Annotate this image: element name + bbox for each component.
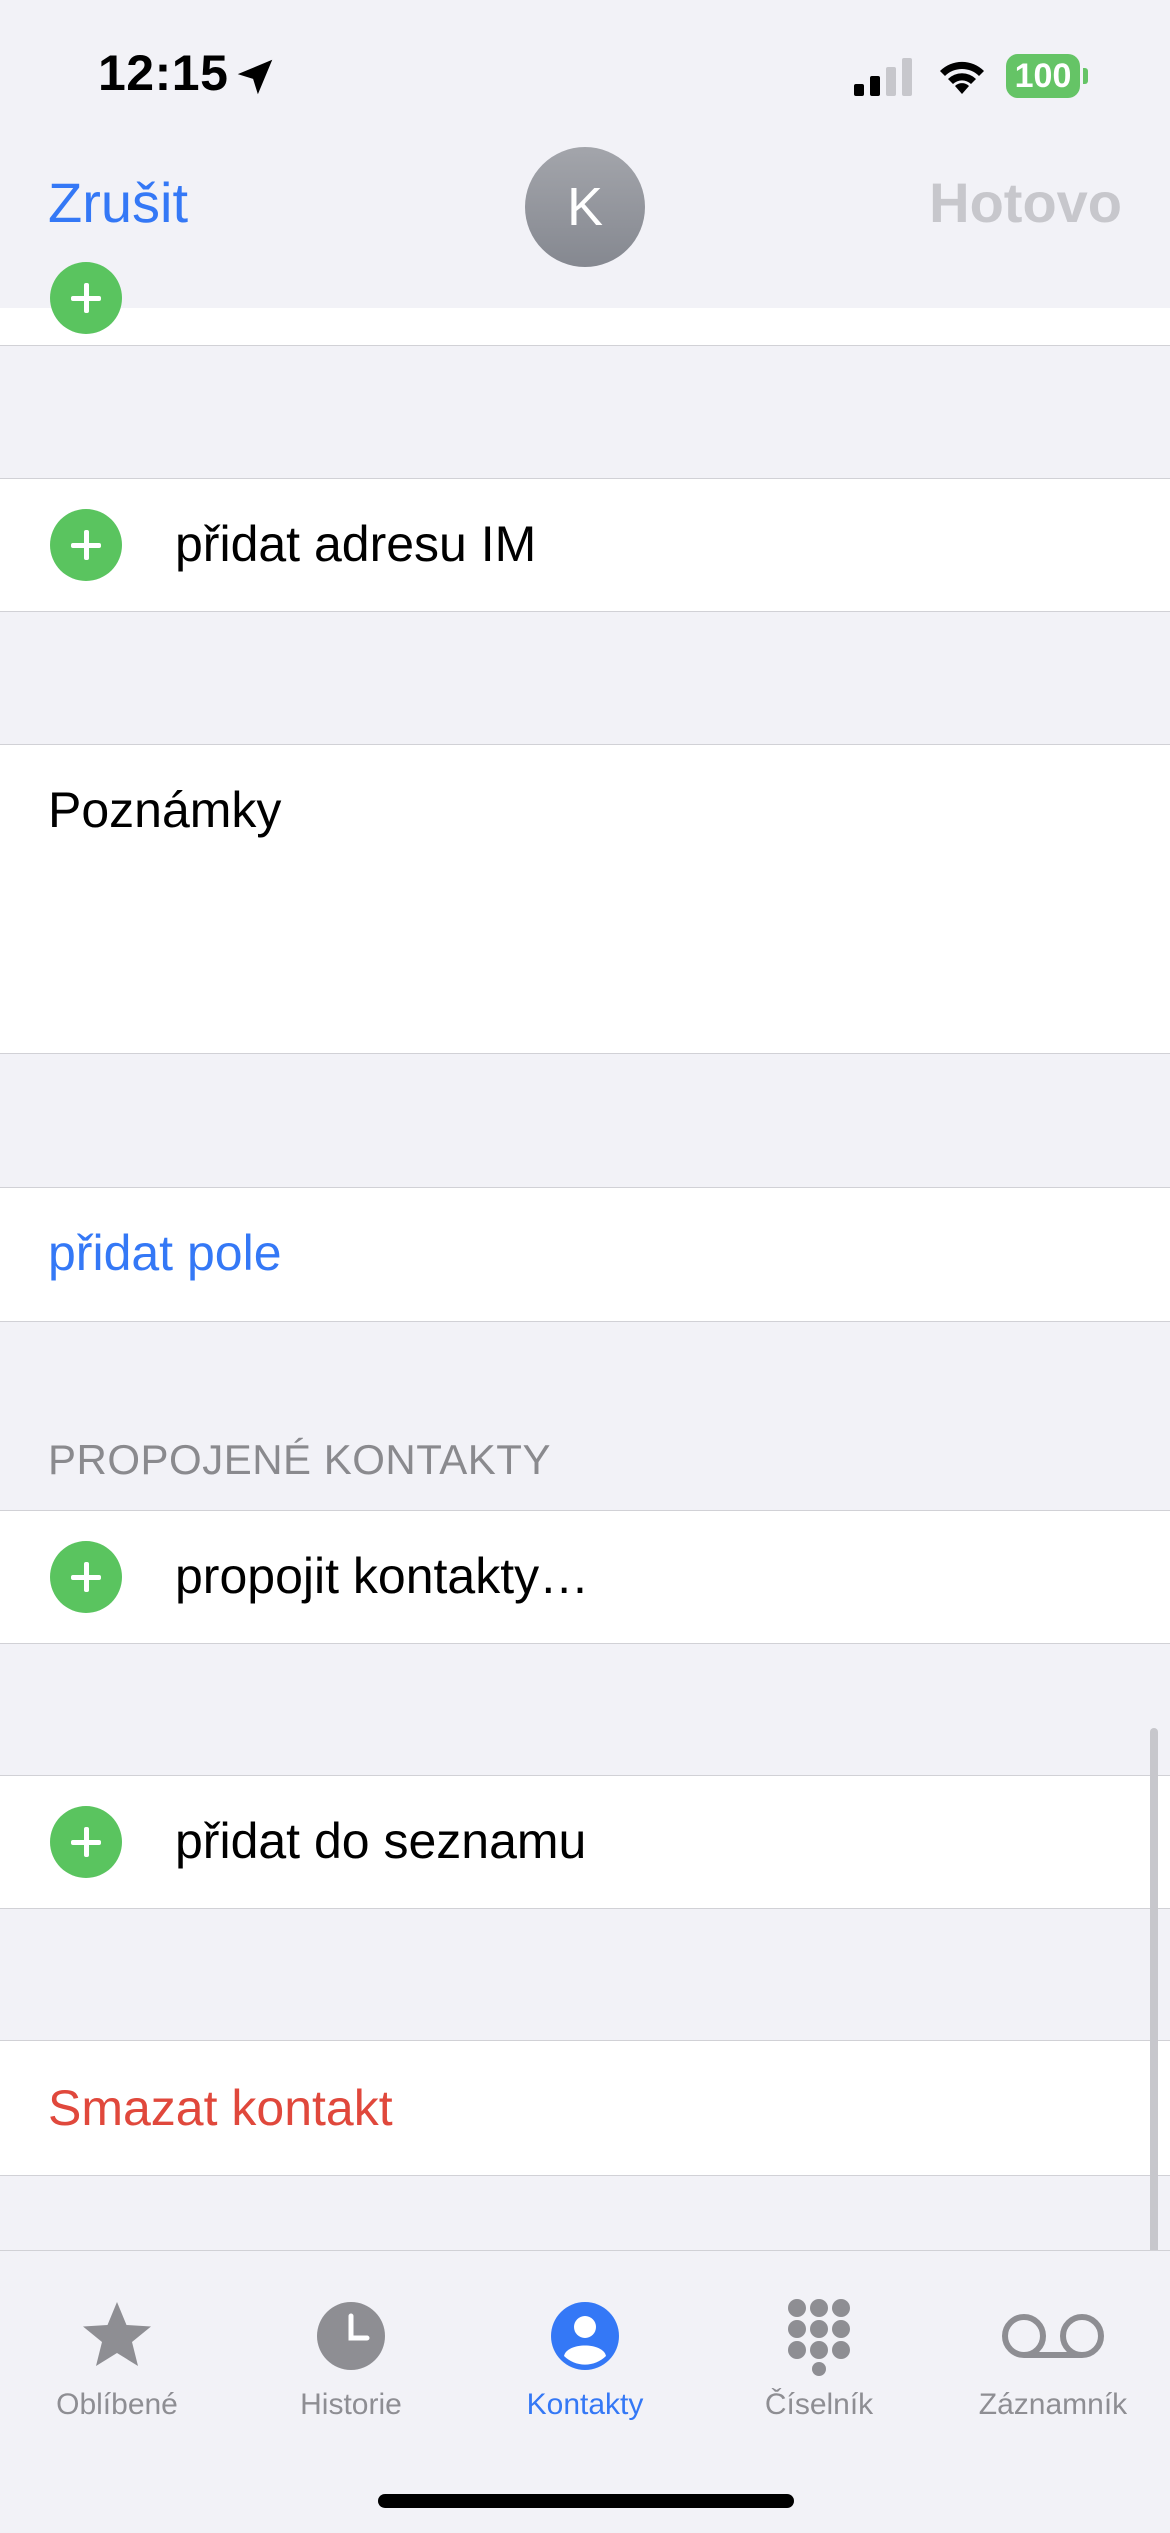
tab-contacts[interactable]: Kontakty	[468, 2296, 702, 2422]
delete-contact-row[interactable]: Smazat kontakt	[0, 2040, 1170, 2176]
avatar-initial: K	[566, 177, 604, 237]
voicemail-icon	[1002, 2314, 1104, 2358]
add-circle-icon	[50, 262, 122, 334]
add-to-list-row[interactable]: přidat do seznamu	[0, 1775, 1170, 1909]
battery-level: 100	[1006, 54, 1080, 98]
cancel-button[interactable]: Zrušit	[48, 170, 188, 235]
wifi-icon	[940, 61, 984, 94]
clock-icon	[317, 2302, 385, 2370]
battery-indicator: 100	[1006, 54, 1088, 98]
add-to-list-label: přidat do seznamu	[175, 1813, 587, 1869]
scrollbar[interactable]	[1150, 1728, 1158, 2274]
done-button[interactable]: Hotovo	[929, 170, 1122, 235]
linked-contacts-header: PROPOJENÉ KONTAKTY	[48, 1436, 551, 1483]
link-contacts-label: propojit kontakty…	[175, 1548, 590, 1604]
tab-recents-label: Historie	[300, 2388, 402, 2421]
add-field-row[interactable]: přidat pole	[0, 1187, 1170, 1322]
tab-favorites-label: Oblíbené	[56, 2388, 178, 2421]
add-circle-icon	[50, 509, 122, 581]
add-circle-icon	[50, 1541, 122, 1613]
cellular-signal-icon	[854, 58, 912, 96]
keypad-icon	[788, 2299, 850, 2376]
add-circle-icon	[50, 1806, 122, 1878]
tab-voicemail-label: Záznamník	[978, 2388, 1128, 2421]
tab-favorites[interactable]: Oblíbené	[0, 2296, 234, 2422]
link-contacts-row[interactable]: propojit kontakty…	[0, 1510, 1170, 1644]
tab-recents[interactable]: Historie	[234, 2296, 468, 2422]
add-field-label: přidat pole	[48, 1225, 282, 1281]
star-icon	[83, 2302, 151, 2366]
location-arrow-icon	[237, 59, 273, 95]
delete-contact-label: Smazat kontakt	[48, 2080, 393, 2136]
contact-avatar[interactable]: K	[525, 147, 645, 267]
add-im-row[interactable]: přidat adresu IM	[0, 478, 1170, 612]
home-indicator	[378, 2494, 794, 2508]
tab-voicemail[interactable]: Záznamník	[936, 2296, 1170, 2422]
notes-field[interactable]: Poznámky	[0, 744, 1170, 1054]
tab-keypad-label: Číselník	[764, 2388, 874, 2421]
status-time: 12:15	[98, 45, 229, 101]
add-im-label: přidat adresu IM	[175, 516, 537, 572]
person-circle-icon	[551, 2302, 619, 2370]
notes-placeholder: Poznámky	[48, 782, 282, 838]
tab-contacts-label: Kontakty	[526, 2388, 644, 2421]
partial-row	[0, 262, 1170, 346]
tab-keypad[interactable]: Číselník	[702, 2296, 936, 2422]
